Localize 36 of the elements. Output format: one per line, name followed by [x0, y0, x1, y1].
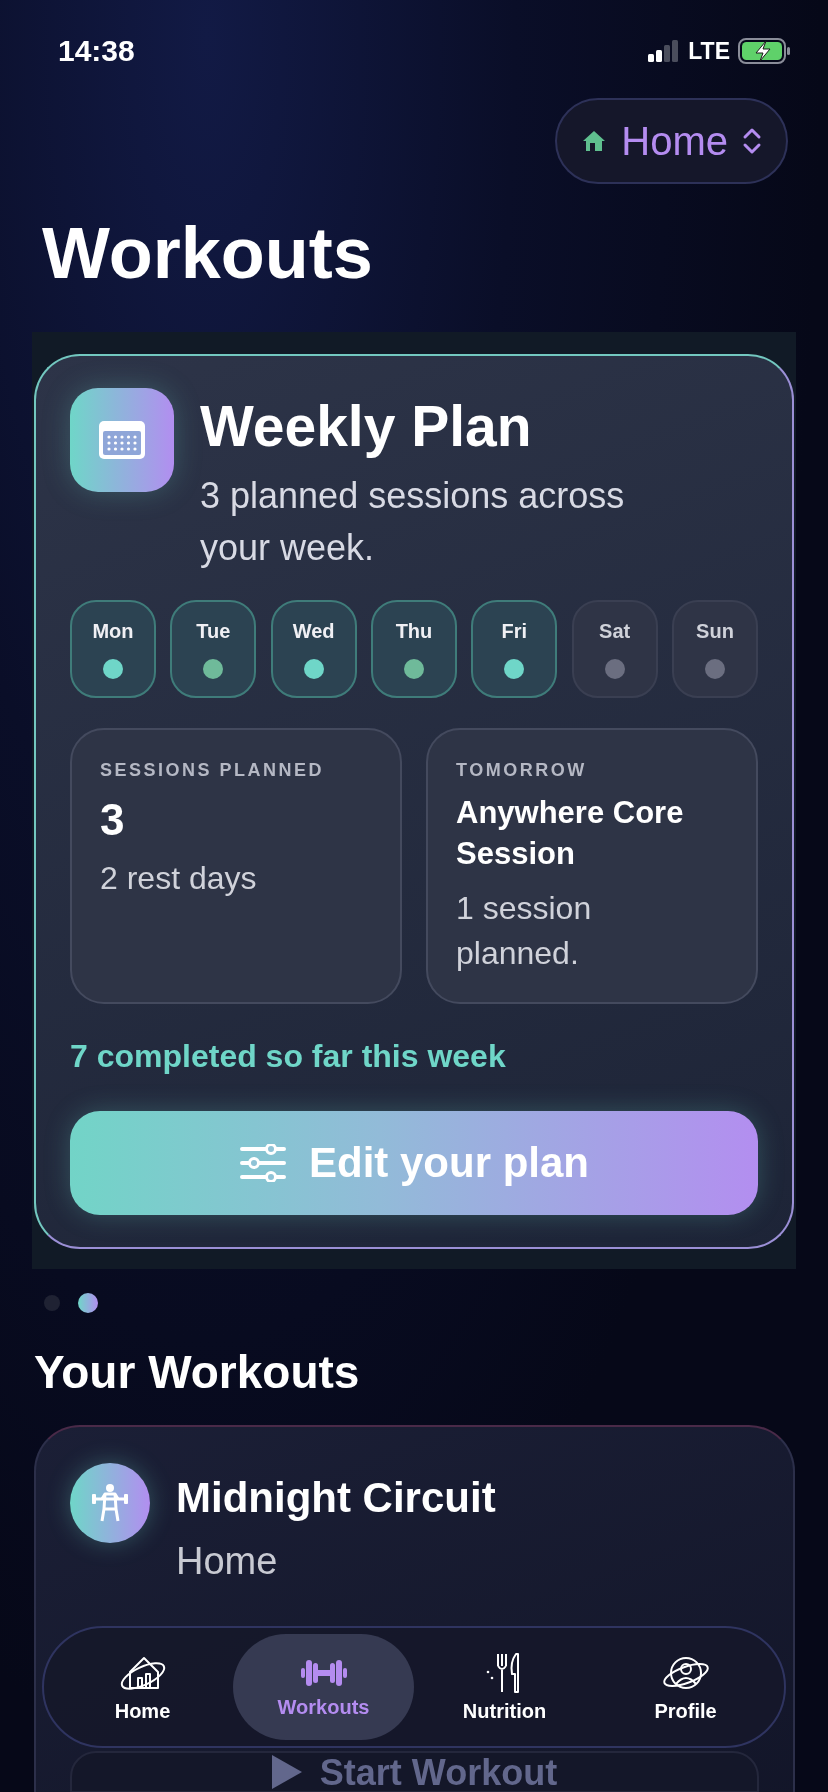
network-label: LTE: [688, 37, 730, 65]
stat-detail: 1 session planned.: [456, 888, 593, 973]
day-chip[interactable]: Wed: [270, 600, 357, 699]
chevron-up-down-icon: [742, 126, 762, 156]
day-chip[interactable]: Fri: [471, 600, 558, 699]
completed-text: 7 completed so far this week: [70, 1038, 507, 1076]
day-chip[interactable]: Sun: [671, 600, 758, 699]
page-title: Workouts: [42, 212, 374, 295]
day-chip[interactable]: Sat: [571, 600, 658, 699]
page-dot[interactable]: [78, 1293, 98, 1314]
status-time: 14:38: [58, 34, 135, 68]
page-dot[interactable]: [44, 1295, 60, 1312]
tab[interactable]: Nutrition: [414, 1634, 595, 1740]
tab[interactable]: Profile: [595, 1634, 776, 1740]
calendar-icon: [70, 388, 174, 493]
stat-value: 3: [100, 797, 126, 844]
weightlifter-icon: [70, 1463, 150, 1544]
sliders-icon: [239, 1144, 287, 1183]
card-title: Weekly Plan: [200, 394, 533, 460]
stat-label: TOMORROW: [456, 760, 588, 782]
tab[interactable]: Workouts: [233, 1634, 414, 1740]
section-title: Your Workouts: [34, 1345, 361, 1400]
stat-label: SESSIONS PLANNED: [100, 760, 326, 782]
day-chip[interactable]: Tue: [170, 600, 257, 699]
card-subtitle: 3 planned sessions across your week.: [200, 473, 626, 571]
battery-icon: [738, 38, 792, 64]
tab[interactable]: Home: [52, 1634, 233, 1740]
workout-location: Home: [176, 1539, 279, 1583]
play-icon: [271, 1754, 302, 1789]
location-picker[interactable]: Home: [555, 98, 788, 184]
signal-icon: [648, 40, 681, 62]
day-chip[interactable]: Mon: [70, 600, 156, 699]
day-chip[interactable]: Thu: [371, 600, 457, 699]
workout-title: Midnight Circuit: [176, 1475, 496, 1522]
stat-value: Anywhere Core Session: [456, 794, 685, 873]
stat-detail: 2 rest days: [100, 858, 258, 898]
